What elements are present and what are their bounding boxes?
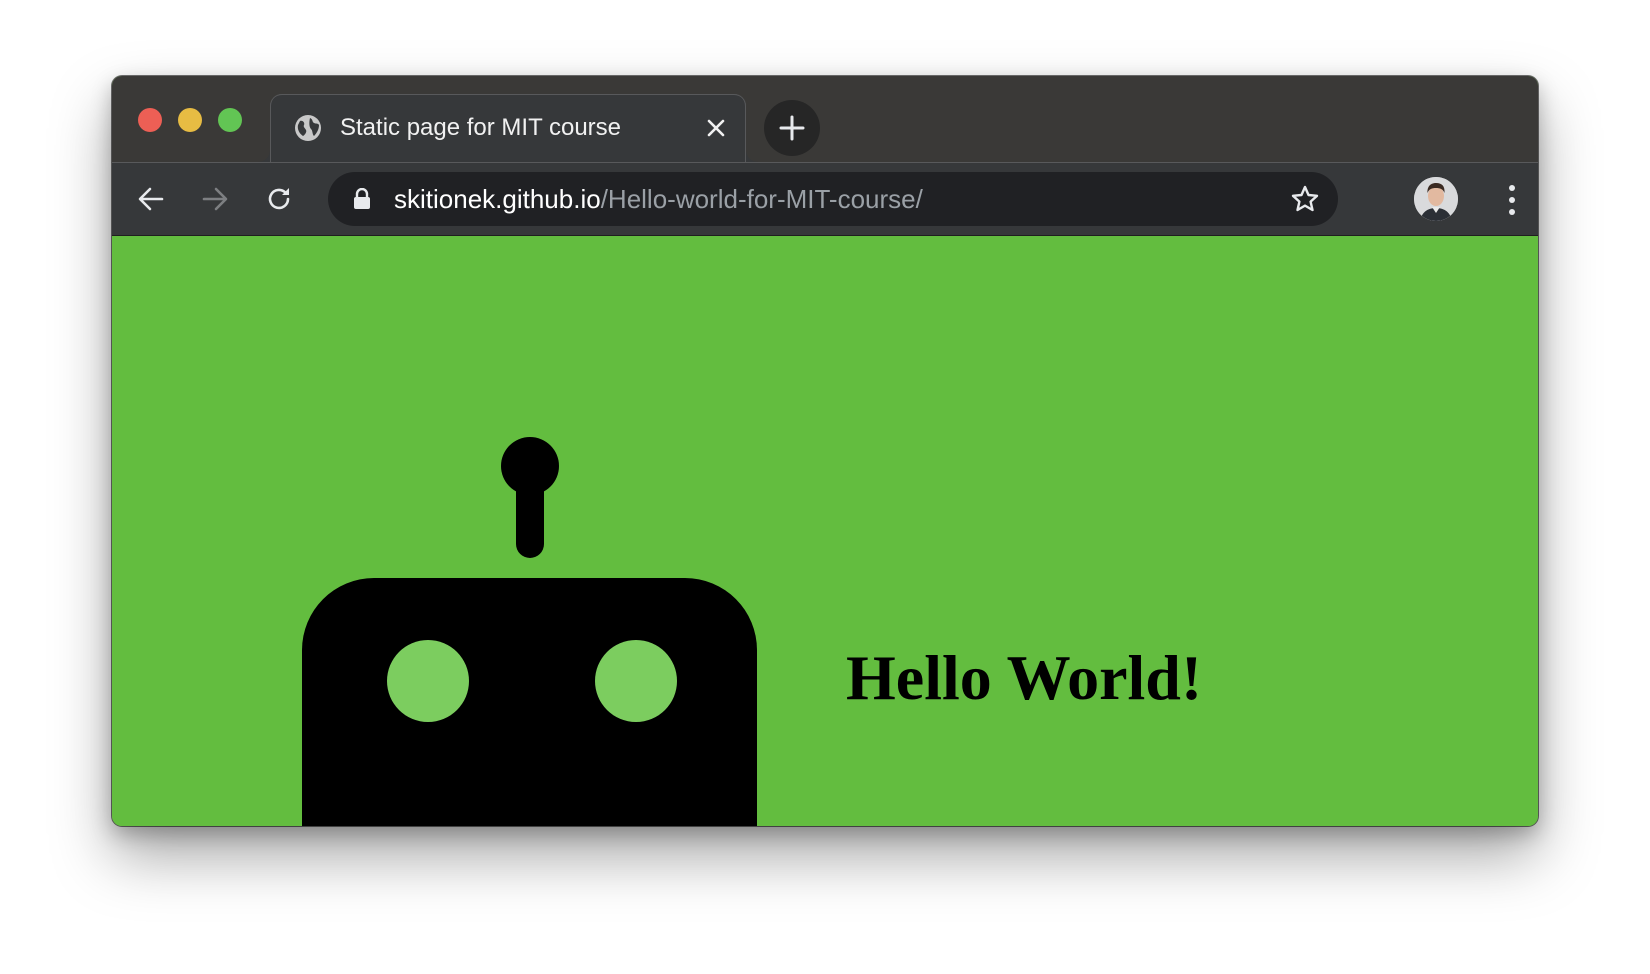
browser-window: Static page for MIT course skitionek.git…: [112, 76, 1538, 826]
robot-right-eye: [595, 640, 677, 722]
globe-icon: [295, 115, 321, 141]
robot-illustration: [302, 437, 757, 826]
plus-icon: [779, 115, 805, 141]
lock-icon[interactable]: [352, 188, 372, 210]
close-icon[interactable]: [700, 112, 732, 144]
robot-antenna-stem: [516, 466, 544, 558]
arrow-left-icon: [138, 187, 164, 211]
reload-icon: [268, 188, 290, 210]
address-bar[interactable]: skitionek.github.io/Hello-world-for-MIT-…: [328, 172, 1338, 226]
tab-shoulder-left: [258, 150, 270, 162]
menu-dot: [1509, 197, 1515, 203]
menu-dot: [1509, 209, 1515, 215]
robot-head: [302, 578, 757, 826]
menu-dot: [1509, 185, 1515, 191]
url-host: skitionek.github.io: [394, 184, 601, 214]
title-bar: Static page for MIT course: [112, 76, 1538, 162]
profile-picture: [1414, 177, 1458, 221]
tab-active[interactable]: Static page for MIT course: [258, 94, 758, 162]
reload-button[interactable]: [260, 180, 298, 218]
close-window-button[interactable]: [138, 108, 162, 132]
tab-shoulder-right: [746, 150, 758, 162]
kebab-menu-icon[interactable]: [1500, 181, 1524, 219]
arrow-right-icon: [202, 187, 228, 211]
toolbar: skitionek.github.io/Hello-world-for-MIT-…: [112, 162, 1538, 236]
forward-button[interactable]: [196, 180, 234, 218]
page-heading: Hello World!: [846, 642, 1203, 713]
tab-title: Static page for MIT course: [340, 114, 622, 141]
zoom-window-button[interactable]: [218, 108, 242, 132]
minimize-window-button[interactable]: [178, 108, 202, 132]
url-text[interactable]: skitionek.github.io/Hello-world-for-MIT-…: [394, 184, 923, 214]
page-content: Hello World!: [112, 236, 1538, 826]
star-icon[interactable]: [1290, 184, 1320, 214]
avatar[interactable]: [1414, 177, 1458, 221]
url-path: /Hello-world-for-MIT-course/: [600, 184, 923, 214]
robot-left-eye: [387, 640, 469, 722]
back-button[interactable]: [132, 180, 170, 218]
new-tab-button[interactable]: [764, 100, 820, 156]
